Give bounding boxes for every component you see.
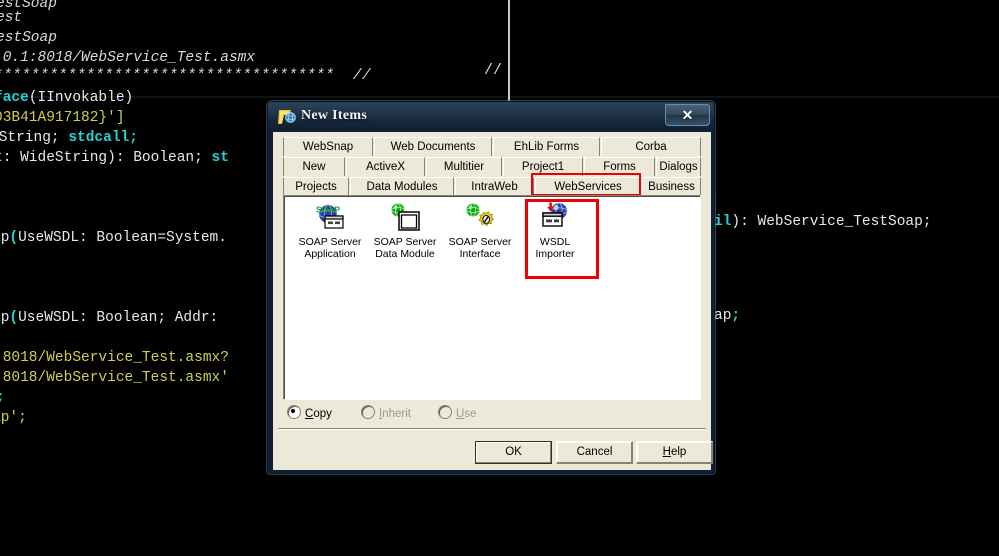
code-token-keyword: stdcall; (68, 130, 138, 146)
close-button[interactable]: ✕ (665, 104, 710, 126)
item-soap-server-interface[interactable]: SOAP Server Interface (442, 202, 518, 260)
help-button[interactable]: Help (636, 441, 713, 464)
code-token-semi: ; (731, 308, 741, 324)
code-token-keyword: st (211, 150, 229, 166)
code-line: ************************************* // (0, 68, 372, 84)
code-token-rest: UseWSDL: Boolean; Addr: (18, 310, 219, 326)
tab-strip: WebSnap Web Documents EhLib Forms Corba … (283, 137, 701, 196)
radio-inherit-rest: nherit (382, 408, 411, 420)
code-line-testsoap: il): WebService_TestSoap; (714, 212, 932, 232)
code-token-keyword: il (714, 214, 732, 230)
svg-text:SOAP: SOAP (316, 205, 340, 215)
code-token-paren: ( (9, 310, 19, 326)
item-list-panel[interactable]: SOAP SOAP Server Application SOAP Server… (283, 195, 701, 400)
code-token-rest: ap (0, 230, 10, 246)
tab-dialogs[interactable]: Dialogs (656, 157, 701, 176)
code-line-usewsdl-1: ap(UseWSDL: Boolean=System. (0, 228, 227, 248)
new-items-dialog: New Items ✕ WebSnap Web Documents EhLib … (267, 101, 715, 474)
help-button-accel: H (662, 446, 671, 458)
code-token-paren: ( (9, 230, 19, 246)
wsdl-importer-icon (539, 202, 571, 234)
item-label: SOAP Server Application (298, 236, 362, 260)
code-token-rest: t: WideString): Boolean; (0, 150, 212, 166)
ok-button[interactable]: OK (475, 441, 552, 464)
code-line-interface: face(IInvokable) (0, 88, 133, 108)
tab-activex[interactable]: ActiveX (346, 157, 425, 176)
cancel-button[interactable]: Cancel (556, 441, 633, 464)
item-wsdl-importer[interactable]: WSDL Importer (517, 202, 593, 260)
item-label: SOAP Server Data Module (373, 236, 437, 260)
code-line: ap'; (0, 410, 27, 426)
code-token-rest: UseWSDL: Boolean=System. (18, 230, 227, 246)
radio-dot-inherit-icon (361, 405, 375, 419)
editor-comment-mark: // (484, 62, 503, 79)
tab-projects[interactable]: Projects (283, 177, 349, 196)
item-soap-server-application[interactable]: SOAP SOAP Server Application (292, 202, 368, 260)
tab-data-modules[interactable]: Data Modules (350, 177, 454, 196)
tab-corba[interactable]: Corba (601, 137, 701, 156)
radio-dot-copy-icon (287, 405, 301, 419)
help-button-rest: elp (670, 446, 687, 458)
code-token-rest: (IInvokable) (28, 90, 134, 106)
code-token-rest: eString; (0, 130, 60, 146)
code-token-rest: ap (0, 310, 10, 326)
code-line: :8018/WebService_Test.asmx' (0, 370, 229, 386)
duplication-mode-radio-group: Copy Inherit Use (283, 404, 701, 426)
tab-multitier[interactable]: Multitier (426, 157, 502, 176)
item-label-selected: WSDL Importer (535, 236, 575, 260)
code-line: .0.1:8018/WebService_Test.asmx (0, 50, 256, 66)
tab-websnap[interactable]: WebSnap (283, 137, 373, 156)
item-label: WSDL Importer (517, 236, 593, 260)
code-line-widestring: t: WideString): Boolean; st (0, 148, 229, 168)
radio-inherit[interactable]: Inherit (361, 405, 411, 421)
editor-horizontal-band (0, 96, 999, 98)
soap-server-data-module-icon (389, 202, 421, 234)
code-line: ; (0, 388, 5, 408)
code-token-rest: ap (714, 308, 732, 324)
radio-use[interactable]: Use (438, 405, 476, 421)
tab-new[interactable]: New (283, 157, 345, 176)
code-line-ap: ap; (714, 306, 740, 326)
code-line: est (0, 10, 23, 26)
radio-use-rest: se (464, 408, 477, 420)
code-line: estSoap (0, 30, 57, 46)
soap-server-application-icon: SOAP (314, 202, 346, 234)
dialog-divider (278, 428, 706, 430)
tab-forms[interactable]: Forms (584, 157, 655, 176)
tab-ehlib-forms[interactable]: EhLib Forms (493, 137, 600, 156)
tab-row-1: WebSnap Web Documents EhLib Forms Corba (283, 137, 701, 156)
tab-web-documents[interactable]: Web Documents (374, 137, 492, 156)
soap-server-interface-icon (464, 202, 496, 234)
code-line: 03B41A917182}'] (0, 110, 125, 126)
dialog-button-row: OK Cancel Help (273, 432, 713, 470)
item-soap-server-data-module[interactable]: SOAP Server Data Module (367, 202, 443, 260)
radio-copy[interactable]: Copy (287, 405, 332, 421)
code-line-usewsdl-2: ap(UseWSDL: Boolean; Addr: (0, 308, 218, 328)
tab-business[interactable]: Business (642, 177, 701, 196)
close-icon: ✕ (681, 107, 694, 123)
dialog-client-area: WebSnap Web Documents EhLib Forms Corba … (273, 132, 713, 470)
delphi-logo-icon (277, 108, 296, 126)
tab-webservices[interactable]: WebServices (535, 177, 641, 196)
tab-row-2: New ActiveX Multitier Project1 Forms Dia… (283, 157, 701, 176)
tab-intraweb[interactable]: IntraWeb (455, 177, 534, 196)
dialog-title: New Items (301, 108, 368, 123)
radio-dot-use-icon (438, 405, 452, 419)
code-token-keyword: face (0, 90, 29, 106)
code-line: :8018/WebService_Test.asmx? (0, 350, 229, 366)
radio-copy-rest: opy (313, 408, 332, 420)
dialog-titlebar[interactable]: New Items ✕ (268, 102, 716, 132)
item-label: SOAP Server Interface (448, 236, 512, 260)
tab-project1[interactable]: Project1 (503, 157, 583, 176)
editor-split-bar[interactable] (508, 0, 510, 103)
tab-row-3: Projects Data Modules IntraWeb WebServic… (283, 177, 701, 196)
code-line-stdcall: eString; stdcall; (0, 128, 138, 148)
code-token-rest: ): WebService_TestSoap; (731, 214, 932, 230)
